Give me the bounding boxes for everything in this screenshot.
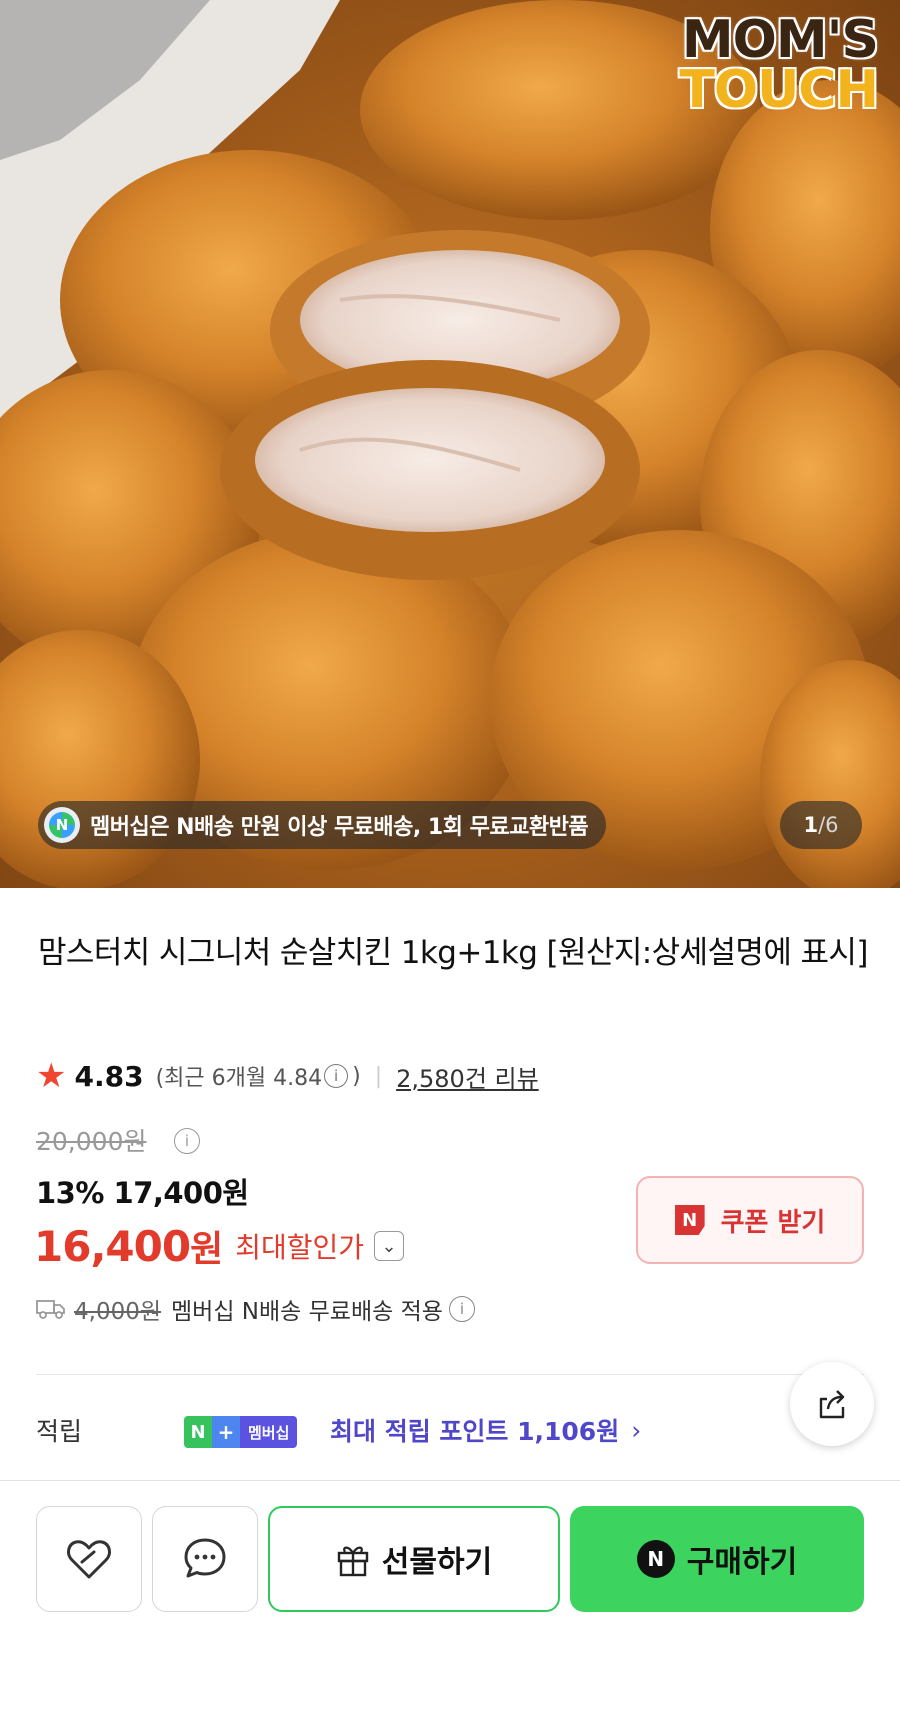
- original-price: 20,000원: [36, 1127, 147, 1156]
- naver-plus-membership-badge: N + 멤버십: [184, 1416, 298, 1448]
- points-link[interactable]: 최대 적립 포인트 1,106원 ›: [330, 1412, 641, 1448]
- final-price-label: 최대할인가: [235, 1231, 365, 1264]
- shipping-text: 멤버십 N배송 무료배송 적용: [171, 1299, 443, 1325]
- coupon-button[interactable]: N 쿠폰 받기: [636, 1176, 864, 1264]
- gift-label: 선물하기: [381, 1545, 493, 1580]
- points-text: 최대 적립 포인트 1,106원: [330, 1417, 620, 1446]
- gift-button[interactable]: 선물하기: [268, 1506, 560, 1612]
- product-title: 맘스터치 시그니처 순살치킨 1kg+1kg [원산지:상세설명에 표시]: [38, 935, 868, 971]
- talk-talk-button[interactable]: [152, 1506, 258, 1612]
- image-counter: 1 /6: [780, 801, 862, 849]
- badge-plus: +: [212, 1416, 240, 1448]
- bottom-bar-divider: [0, 1480, 900, 1481]
- coupon-label: 쿠폰 받기: [720, 1207, 826, 1238]
- gift-box-icon: [337, 1546, 368, 1577]
- chat-bubble-icon: [184, 1538, 226, 1578]
- share-button[interactable]: [790, 1362, 874, 1446]
- image-counter-current: 1: [803, 813, 819, 837]
- final-price-row: 16,400 원 최대할인가 ⌄: [34, 1220, 405, 1272]
- shipping-row: 4,000원 멤버십 N배송 무료배송 적용 i: [36, 1292, 475, 1326]
- naver-n-icon: N: [674, 1205, 705, 1235]
- buy-label: 구매하기: [686, 1545, 798, 1580]
- brand-logo: MOM'S TOUCH: [679, 10, 879, 120]
- chevron-down-icon[interactable]: ⌄: [374, 1231, 405, 1261]
- membership-banner[interactable]: N 멤버십은 N배송 만원 이상 무료배송, 1회 무료교환반품: [38, 801, 607, 849]
- final-price: 16,400: [34, 1221, 191, 1271]
- heart-link-icon: [67, 1540, 111, 1579]
- recent-rating-text: (최근 6개월 4.84: [155, 1066, 323, 1091]
- image-counter-total: /6: [818, 813, 839, 837]
- review-count-link[interactable]: 2,580건 리뷰: [396, 1059, 539, 1094]
- brand-logo-line2: TOUCH: [679, 60, 879, 120]
- shipping-old-fee: 4,000원: [74, 1299, 162, 1325]
- naver-plus-icon: N: [44, 807, 80, 843]
- rating-score: 4.83: [74, 1059, 144, 1093]
- recent-rating: (최근 6개월 4.84 i ): [156, 1060, 361, 1092]
- chevron-right-icon: ›: [631, 1415, 642, 1445]
- info-icon[interactable]: i: [448, 1296, 475, 1322]
- star-icon: ★: [36, 1056, 67, 1096]
- recent-rating-close: ): [352, 1063, 361, 1089]
- rating-row: ★ 4.83 (최근 6개월 4.84 i ) | 2,580건 리뷰: [36, 1056, 539, 1096]
- price-info-icon[interactable]: i: [174, 1128, 200, 1154]
- product-photo: [0, 0, 900, 888]
- points-label: 적립: [36, 1417, 83, 1446]
- membership-banner-text: 멤버십은 N배송 만원 이상 무료배송, 1회 무료교환반품: [90, 815, 589, 840]
- like-button[interactable]: [36, 1506, 142, 1612]
- naver-n-icon: N: [636, 1540, 675, 1578]
- naver-plus-badge-letter: N: [49, 812, 75, 838]
- share-icon: [819, 1390, 845, 1419]
- truck-icon: [36, 1300, 65, 1319]
- divider: |: [374, 1063, 383, 1089]
- badge-n: N: [184, 1416, 212, 1448]
- discount-price: 13% 17,400원: [36, 1176, 249, 1210]
- info-icon[interactable]: i: [324, 1064, 349, 1088]
- buy-button[interactable]: N 구매하기: [570, 1506, 864, 1612]
- product-image-carousel[interactable]: MOM'S TOUCH N 멤버십은 N배송 만원 이상 무료배송, 1회 무료…: [0, 0, 900, 888]
- badge-membership: 멤버십: [240, 1416, 298, 1448]
- brand-logo-line1: MOM'S: [681, 10, 879, 70]
- final-price-unit: 원: [190, 1229, 224, 1270]
- section-divider: [36, 1374, 864, 1375]
